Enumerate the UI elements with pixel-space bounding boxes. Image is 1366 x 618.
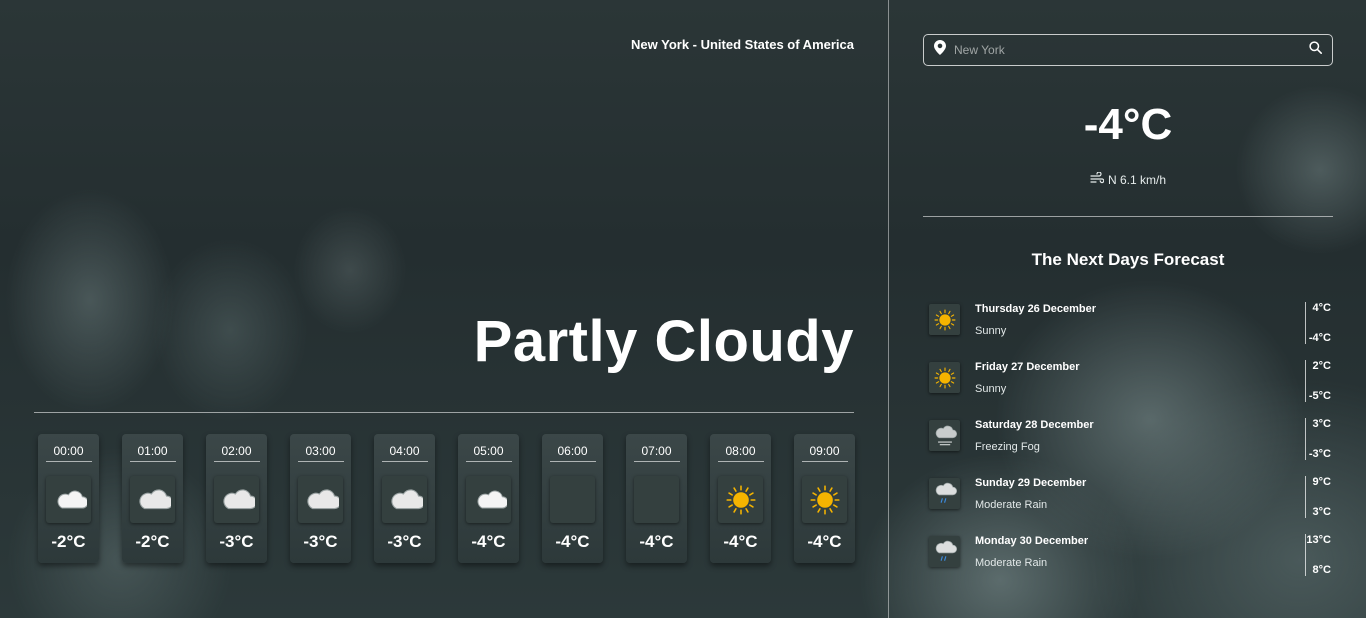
forecast-description: Freezing Fog	[975, 441, 1040, 453]
hour-time: 06:00	[549, 444, 596, 462]
forecast-low: 3°C	[1312, 506, 1331, 518]
cloud-icon	[298, 476, 343, 523]
location-title: New York - United States of America	[631, 37, 854, 52]
forecast-title: The Next Days Forecast	[1031, 250, 1225, 269]
forecast-high: 9°C	[1312, 476, 1331, 488]
forecast-low: 8°C	[1312, 564, 1331, 576]
wind-icon	[1090, 171, 1105, 187]
hourly-forecast: 00:00 -2°C 01:00 -2°C 02:00 -3°C 03:00 -…	[38, 434, 855, 563]
weather-condition: Partly Cloudy	[473, 309, 854, 374]
forecast-day-row[interactable]: Friday 27 December Sunny 2°C -5°C	[929, 358, 1331, 416]
hour-card[interactable]: 05:00 -4°C	[458, 434, 519, 563]
sidebar-panel: -4°C N 6.1 km/h The Next Days Forecast T…	[888, 0, 1366, 618]
hour-card[interactable]: 03:00 -3°C	[290, 434, 351, 563]
hour-temp: -3°C	[303, 532, 338, 551]
forecast-day-row[interactable]: Monday 30 December Moderate Rain 13°C 8°…	[929, 532, 1331, 590]
search-bar[interactable]	[923, 34, 1333, 66]
daily-forecast-list: Thursday 26 December Sunny 4°C -4°C Frid…	[929, 300, 1331, 590]
forecast-low: -5°C	[1308, 390, 1331, 402]
forecast-high: 3°C	[1312, 418, 1331, 430]
hour-temp: -4°C	[723, 532, 758, 551]
location-pin-icon	[934, 40, 946, 60]
divider	[923, 216, 1333, 217]
hour-temp: -3°C	[387, 532, 422, 551]
hour-time: 09:00	[801, 444, 848, 462]
hour-temp: -4°C	[639, 532, 674, 551]
hour-card[interactable]: 08:00 -4°C	[710, 434, 771, 563]
forecast-day-name: Saturday 28 December	[975, 419, 1094, 431]
hour-card[interactable]: 00:00 -2°C	[38, 434, 99, 563]
forecast-temps: 2°C -5°C	[1305, 360, 1331, 402]
sun-icon	[802, 476, 847, 523]
hour-temp: -4°C	[807, 532, 842, 551]
forecast-low: -3°C	[1308, 448, 1331, 460]
hour-time: 04:00	[381, 444, 428, 462]
night-cloud-icon	[46, 476, 91, 523]
hour-time: 00:00	[45, 444, 92, 462]
forecast-day-name: Thursday 26 December	[975, 303, 1097, 315]
forecast-day-row[interactable]: Saturday 28 December Freezing Fog 3°C -3…	[929, 416, 1331, 474]
search-input[interactable]	[954, 43, 1309, 57]
hour-time: 05:00	[465, 444, 512, 462]
forecast-temps: 3°C -3°C	[1305, 418, 1331, 460]
hour-temp: -4°C	[471, 532, 506, 551]
hour-temp: -3°C	[219, 532, 254, 551]
fog-icon	[929, 420, 960, 451]
hour-card[interactable]: 04:00 -3°C	[374, 434, 435, 563]
forecast-high: 13°C	[1306, 534, 1331, 546]
hour-time: 02:00	[213, 444, 260, 462]
rain-cloud-icon	[929, 536, 960, 567]
forecast-day-name: Sunday 29 December	[975, 477, 1087, 489]
hour-time: 03:00	[297, 444, 344, 462]
forecast-day-name: Monday 30 December	[975, 535, 1089, 547]
sun-icon	[929, 304, 960, 335]
hour-temp: -2°C	[51, 532, 86, 551]
cloud-icon	[214, 476, 259, 523]
sun-icon	[929, 362, 960, 393]
moon-icon	[634, 476, 679, 523]
forecast-temps: 13°C 8°C	[1305, 534, 1331, 576]
moon-icon	[550, 476, 595, 523]
forecast-high: 4°C	[1312, 302, 1331, 314]
forecast-description: Sunny	[975, 325, 1007, 337]
hour-card[interactable]: 09:00 -4°C	[794, 434, 855, 563]
hour-card[interactable]: 01:00 -2°C	[122, 434, 183, 563]
forecast-low: -4°C	[1308, 332, 1331, 344]
hour-card[interactable]: 07:00 -4°C	[626, 434, 687, 563]
forecast-high: 2°C	[1312, 360, 1331, 372]
rain-cloud-icon	[929, 478, 960, 509]
forecast-temps: 9°C 3°C	[1305, 476, 1331, 518]
forecast-description: Moderate Rain	[975, 557, 1048, 569]
search-icon[interactable]	[1309, 41, 1322, 59]
hour-card[interactable]: 02:00 -3°C	[206, 434, 267, 563]
forecast-day-row[interactable]: Thursday 26 December Sunny 4°C -4°C	[929, 300, 1331, 358]
main-panel: New York - United States of America Part…	[0, 0, 888, 618]
hour-card[interactable]: 06:00 -4°C	[542, 434, 603, 563]
hour-temp: -4°C	[555, 532, 590, 551]
forecast-day-name: Friday 27 December	[975, 361, 1080, 373]
cloud-icon	[130, 476, 175, 523]
forecast-description: Sunny	[975, 383, 1007, 395]
hour-time: 01:00	[129, 444, 176, 462]
forecast-day-row[interactable]: Sunday 29 December Moderate Rain 9°C 3°C	[929, 474, 1331, 532]
current-temperature: -4°C	[1083, 100, 1173, 149]
hour-temp: -2°C	[135, 532, 170, 551]
sun-icon	[718, 476, 763, 523]
night-cloud-icon	[466, 476, 511, 523]
hour-time: 08:00	[717, 444, 764, 462]
forecast-description: Moderate Rain	[975, 499, 1048, 511]
divider	[34, 412, 854, 413]
forecast-temps: 4°C -4°C	[1305, 302, 1331, 344]
hour-time: 07:00	[633, 444, 680, 462]
cloud-icon	[382, 476, 427, 523]
wind-info: N 6.1 km/h	[889, 171, 1366, 187]
wind-speed: N 6.1 km/h	[1107, 172, 1167, 187]
